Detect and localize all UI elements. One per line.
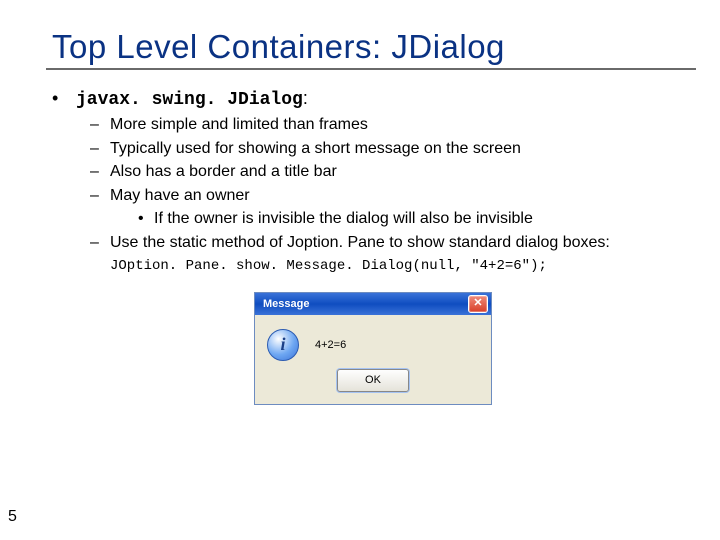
class-name-code: javax. swing. JDialog: [76, 90, 303, 110]
sub-bullet-list: More simple and limited than frames Typi…: [90, 114, 696, 254]
sub-sub-list: If the owner is invisible the dialog wil…: [138, 208, 696, 230]
sub-bullet: Also has a border and a title bar: [90, 161, 696, 183]
dialog-body: i 4+2=6: [255, 315, 491, 369]
bullet-dot: •: [52, 88, 76, 109]
page-number: 5: [8, 508, 17, 526]
dialog-title-text: Message: [263, 298, 309, 310]
dialog-titlebar: Message ✕: [255, 293, 491, 315]
dialog-message: 4+2=6: [315, 339, 346, 351]
title-underline: [46, 68, 696, 70]
code-snippet: JOption. Pane. show. Message. Dialog(nul…: [110, 258, 696, 274]
top-bullet: • javax. swing. JDialog:: [52, 88, 696, 110]
sub-bullet: Typically used for showing a short messa…: [90, 138, 696, 160]
colon: :: [303, 88, 308, 108]
sub-bullet-text: May have an owner: [110, 187, 250, 204]
sub-bullet: More simple and limited than frames: [90, 114, 696, 136]
dialog-button-row: OK: [255, 369, 491, 404]
slide-title: Top Level Containers: JDialog: [52, 28, 696, 66]
info-icon: i: [267, 329, 299, 361]
sub-bullet: Use the static method of Joption. Pane t…: [90, 232, 696, 254]
sub-sub-bullet: If the owner is invisible the dialog wil…: [138, 208, 696, 230]
sub-bullet: May have an owner If the owner is invisi…: [90, 185, 696, 230]
ok-button[interactable]: OK: [337, 369, 409, 392]
close-icon[interactable]: ✕: [468, 295, 488, 313]
dialog-screenshot: Message ✕ i 4+2=6 OK: [254, 292, 696, 405]
message-dialog: Message ✕ i 4+2=6 OK: [254, 292, 492, 405]
